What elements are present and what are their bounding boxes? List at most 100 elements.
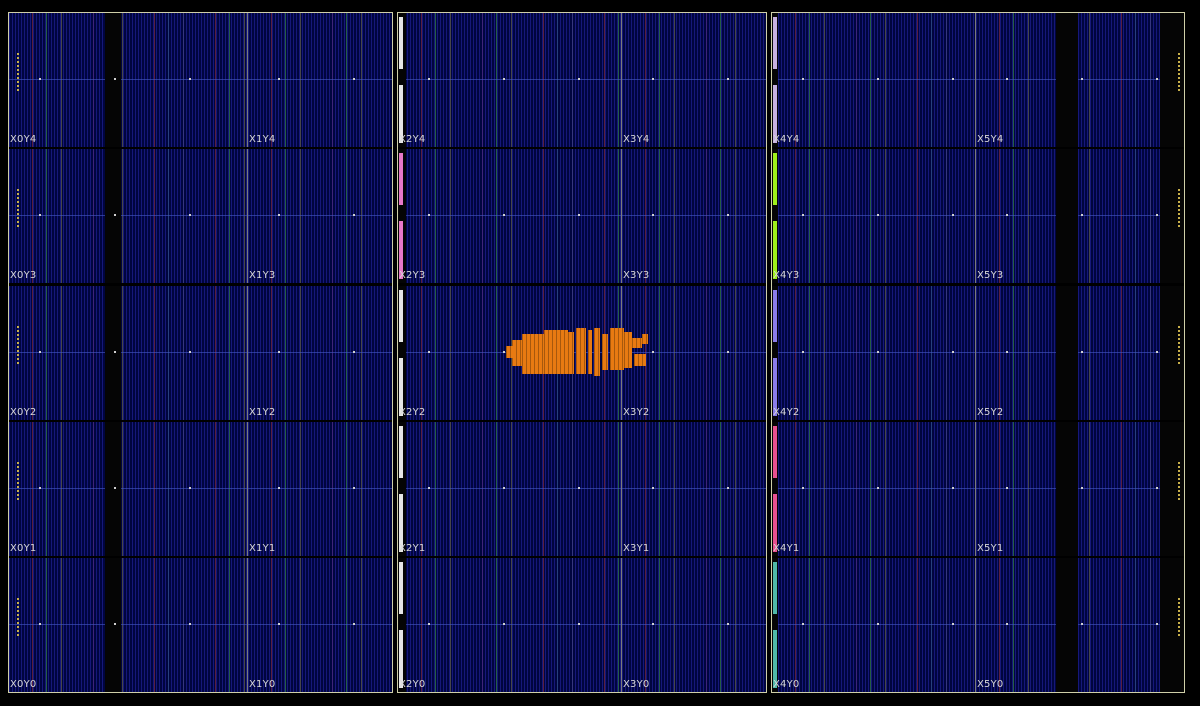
clock-buffer-site	[652, 623, 654, 625]
clock-region-x1y4[interactable]: X1Y4	[248, 13, 392, 147]
clock-spine-line	[622, 215, 766, 216]
clock-spine-line	[622, 488, 766, 489]
clock-region-x5y1[interactable]: X5Y1	[976, 422, 1184, 556]
placed-cell-block	[588, 330, 592, 374]
clock-buffer-site	[652, 351, 654, 353]
clock-region-x0y0[interactable]: X0Y0	[9, 558, 248, 692]
clock-buffer-site	[353, 351, 355, 353]
clock-region-label: X3Y1	[623, 543, 650, 554]
clock-region-label: X0Y2	[10, 407, 37, 418]
clock-spine-line	[9, 624, 247, 625]
clock-buffer-site	[189, 351, 191, 353]
clock-region-x1y0[interactable]: X1Y0	[248, 558, 392, 692]
clock-buffer-site	[727, 214, 729, 216]
clock-region-x4y4[interactable]: X4Y4	[772, 13, 976, 147]
clock-spine-line	[398, 79, 621, 80]
clock-spine-line	[622, 624, 766, 625]
clock-buffer-site	[278, 623, 280, 625]
placed-cell-block	[544, 330, 568, 374]
clock-region-x4y3[interactable]: X4Y3	[772, 149, 976, 283]
clock-buffer-site	[802, 487, 804, 489]
clock-buffer-site	[278, 78, 280, 80]
clock-buffer-site	[1081, 214, 1083, 216]
clock-buffer-site	[877, 623, 879, 625]
placed-cells-cluster[interactable]	[506, 328, 648, 376]
clock-region-label: X5Y1	[977, 543, 1004, 554]
clock-region-x5y2[interactable]: X5Y2	[976, 286, 1184, 420]
device-view[interactable]: X0Y4 X1Y4 X2Y4 X3Y4 X4Y4 X5Y4 X0Y3 X1Y3 X2Y3 X3Y3…	[0, 0, 1200, 706]
clock-buffer-site	[1081, 78, 1083, 80]
clock-region-x3y0[interactable]: X3Y0	[622, 558, 766, 692]
clock-buffer-site	[877, 487, 879, 489]
io-pin-column	[17, 598, 19, 638]
clock-region-x5y4[interactable]: X5Y4	[976, 13, 1184, 147]
clock-region-x5y3[interactable]: X5Y3	[976, 149, 1184, 283]
clock-region-x3y1[interactable]: X3Y1	[622, 422, 766, 556]
clock-region-x2y3[interactable]: X2Y3	[398, 149, 622, 283]
clock-region-label: X5Y0	[977, 679, 1004, 690]
clock-buffer-site	[1006, 214, 1008, 216]
clock-region-x0y3[interactable]: X0Y3	[9, 149, 248, 283]
clock-buffer-site	[503, 487, 505, 489]
clock-region-x4y1[interactable]: X4Y1	[772, 422, 976, 556]
clock-region-x2y0[interactable]: X2Y0	[398, 558, 622, 692]
clock-region-label: X1Y0	[249, 679, 276, 690]
clock-buffer-site	[1006, 351, 1008, 353]
hard-block-column	[105, 422, 121, 556]
clock-region-x4y0[interactable]: X4Y0	[772, 558, 976, 692]
clock-region-x2y1[interactable]: X2Y1	[398, 422, 622, 556]
clock-buffer-site	[1156, 487, 1158, 489]
clock-spine-line	[398, 488, 621, 489]
clock-buffer-site	[1081, 623, 1083, 625]
placed-cell-block	[624, 332, 632, 368]
clock-buffer-site	[727, 351, 729, 353]
clock-buffer-site	[39, 623, 41, 625]
io-bank-column	[773, 562, 777, 614]
clock-region-label: X0Y3	[10, 270, 37, 281]
io-bank-column	[773, 153, 777, 205]
clock-buffer-site	[727, 487, 729, 489]
placed-cell-block	[634, 354, 646, 366]
clock-region-x3y3[interactable]: X3Y3	[622, 149, 766, 283]
clock-region-x4y2[interactable]: X4Y2	[772, 286, 976, 420]
clock-buffer-site	[353, 623, 355, 625]
placed-cell-block	[568, 332, 574, 374]
clock-region-x0y4[interactable]: X0Y4	[9, 13, 248, 147]
clock-spine-line	[9, 79, 247, 80]
clock-region-x1y2[interactable]: X1Y2	[248, 286, 392, 420]
clock-buffer-site	[877, 78, 879, 80]
clock-region-label: X2Y4	[399, 134, 426, 145]
clock-region-x3y4[interactable]: X3Y4	[622, 13, 766, 147]
clock-spine-line	[398, 624, 621, 625]
clock-region-label: X4Y1	[773, 543, 800, 554]
clock-buffer-site	[428, 351, 430, 353]
clock-region-label: X2Y0	[399, 679, 426, 690]
clock-buffer-site	[39, 487, 41, 489]
io-pin-column	[1178, 189, 1180, 229]
placed-cell-block	[610, 328, 624, 370]
clock-region-x1y1[interactable]: X1Y1	[248, 422, 392, 556]
clock-region-label: X3Y2	[623, 407, 650, 418]
clock-buffer-site	[1006, 623, 1008, 625]
io-pin-column	[17, 326, 19, 366]
clock-buffer-site	[278, 487, 280, 489]
clock-region-x1y3[interactable]: X1Y3	[248, 149, 392, 283]
clock-buffer-site	[114, 487, 116, 489]
placed-cell-block	[506, 346, 514, 358]
hard-block-column	[1160, 558, 1184, 692]
clock-spine-line	[248, 79, 392, 80]
hard-block-column	[105, 558, 121, 692]
hard-block-column	[1056, 149, 1078, 283]
clock-region-x0y1[interactable]: X0Y1	[9, 422, 248, 556]
placed-cell-block	[632, 338, 642, 348]
io-pin-column	[1178, 462, 1180, 502]
hard-block-column	[1160, 149, 1184, 283]
io-pin-column	[1178, 326, 1180, 366]
clock-region-x2y4[interactable]: X2Y4	[398, 13, 622, 147]
clock-spine-line	[9, 352, 247, 353]
clock-buffer-site	[39, 78, 41, 80]
clock-region-x0y2[interactable]: X0Y2	[9, 286, 248, 420]
clock-buffer-site	[727, 623, 729, 625]
clock-region-x5y0[interactable]: X5Y0	[976, 558, 1184, 692]
clock-buffer-site	[1006, 78, 1008, 80]
